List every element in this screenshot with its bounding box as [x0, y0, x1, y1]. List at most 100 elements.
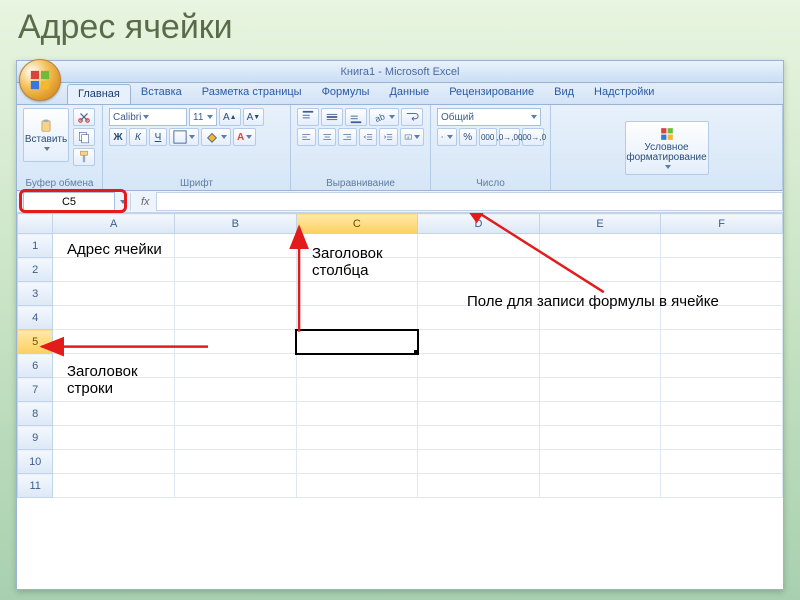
cell[interactable]	[418, 474, 540, 498]
row-header[interactable]: 2	[18, 258, 53, 282]
cell[interactable]	[296, 354, 418, 378]
cell[interactable]	[661, 258, 783, 282]
row-header[interactable]: 7	[18, 378, 53, 402]
cell[interactable]	[174, 282, 296, 306]
cell[interactable]	[174, 330, 296, 354]
cell[interactable]	[174, 306, 296, 330]
cell[interactable]	[296, 330, 418, 354]
cell[interactable]	[539, 354, 661, 378]
cell[interactable]	[539, 378, 661, 402]
row-header[interactable]: 10	[18, 450, 53, 474]
cell[interactable]	[539, 450, 661, 474]
ribbon-tab-2[interactable]: Разметка страницы	[192, 83, 312, 104]
cell[interactable]	[539, 474, 661, 498]
cell[interactable]	[539, 402, 661, 426]
column-header[interactable]: A	[53, 214, 175, 234]
font-name-combo[interactable]: Calibri	[109, 108, 187, 126]
cell[interactable]	[661, 378, 783, 402]
name-box[interactable]: C5	[23, 192, 115, 211]
underline-button[interactable]: Ч	[149, 128, 167, 146]
cell[interactable]	[53, 330, 175, 354]
align-center-button[interactable]	[318, 128, 337, 146]
ribbon-tab-4[interactable]: Данные	[379, 83, 439, 104]
cell[interactable]	[53, 306, 175, 330]
orientation-button[interactable]: ab	[369, 108, 399, 126]
row-header[interactable]: 3	[18, 282, 53, 306]
percent-button[interactable]: %	[459, 128, 477, 146]
cell[interactable]	[661, 426, 783, 450]
cell[interactable]	[174, 402, 296, 426]
cell[interactable]	[539, 234, 661, 258]
align-bottom-button[interactable]	[345, 108, 367, 126]
cell[interactable]	[539, 330, 661, 354]
cell[interactable]	[296, 306, 418, 330]
shrink-font-button[interactable]: A▼	[243, 108, 265, 126]
cell[interactable]	[418, 354, 540, 378]
cell[interactable]	[418, 378, 540, 402]
font-color-button[interactable]: A	[233, 128, 256, 146]
cell[interactable]	[418, 402, 540, 426]
cell[interactable]	[661, 354, 783, 378]
decrease-indent-button[interactable]	[359, 128, 378, 146]
cell[interactable]	[174, 450, 296, 474]
copy-button[interactable]	[73, 128, 95, 146]
fx-label[interactable]: fx	[141, 196, 150, 208]
cell[interactable]	[53, 450, 175, 474]
cell[interactable]	[418, 426, 540, 450]
cell[interactable]	[661, 402, 783, 426]
cell[interactable]	[174, 474, 296, 498]
cell[interactable]	[174, 378, 296, 402]
select-all-corner[interactable]	[18, 214, 53, 234]
cell[interactable]	[661, 234, 783, 258]
cell[interactable]	[296, 378, 418, 402]
cell[interactable]	[174, 354, 296, 378]
row-header[interactable]: 4	[18, 306, 53, 330]
number-format-combo[interactable]: Общий	[437, 108, 541, 126]
ribbon-tab-3[interactable]: Формулы	[312, 83, 380, 104]
border-button[interactable]	[169, 128, 199, 146]
cell[interactable]	[296, 402, 418, 426]
increase-decimal-button[interactable]: ,0→,00	[499, 128, 521, 146]
cell[interactable]	[661, 330, 783, 354]
decrease-decimal-button[interactable]: ,00→,0	[522, 128, 544, 146]
ribbon-tab-0[interactable]: Главная	[67, 84, 131, 104]
grid-area[interactable]: ABCDEF1234567891011 Адрес ячейки Заголов…	[17, 213, 783, 589]
cell[interactable]	[661, 474, 783, 498]
row-header[interactable]: 5	[18, 330, 53, 354]
row-header[interactable]: 11	[18, 474, 53, 498]
cell[interactable]	[418, 234, 540, 258]
cell[interactable]	[53, 282, 175, 306]
column-header[interactable]: C	[296, 214, 418, 234]
cell[interactable]	[418, 450, 540, 474]
font-size-combo[interactable]: 11	[189, 108, 217, 126]
cell[interactable]	[296, 450, 418, 474]
cell[interactable]	[418, 330, 540, 354]
paste-button[interactable]: Вставить	[23, 108, 69, 162]
column-header[interactable]: E	[539, 214, 661, 234]
cell[interactable]	[53, 474, 175, 498]
ribbon-tab-7[interactable]: Надстройки	[584, 83, 664, 104]
cell[interactable]	[174, 426, 296, 450]
cell[interactable]	[539, 258, 661, 282]
wrap-text-button[interactable]	[401, 108, 423, 126]
cell[interactable]	[418, 258, 540, 282]
format-painter-button[interactable]	[73, 148, 95, 166]
align-right-button[interactable]	[338, 128, 357, 146]
cell[interactable]	[174, 234, 296, 258]
cell[interactable]	[296, 474, 418, 498]
row-header[interactable]: 8	[18, 402, 53, 426]
grow-font-button[interactable]: A▲	[219, 108, 241, 126]
cell[interactable]	[53, 426, 175, 450]
cell[interactable]	[296, 282, 418, 306]
fill-color-button[interactable]	[201, 128, 231, 146]
align-middle-button[interactable]	[321, 108, 343, 126]
column-header[interactable]: D	[418, 214, 540, 234]
ribbon-tab-5[interactable]: Рецензирование	[439, 83, 544, 104]
align-left-button[interactable]	[297, 128, 316, 146]
formula-input[interactable]	[156, 192, 783, 211]
currency-button[interactable]: ₽	[437, 128, 457, 146]
cell[interactable]	[174, 258, 296, 282]
cell[interactable]	[53, 402, 175, 426]
cell[interactable]	[53, 258, 175, 282]
ribbon-tab-1[interactable]: Вставка	[131, 83, 192, 104]
